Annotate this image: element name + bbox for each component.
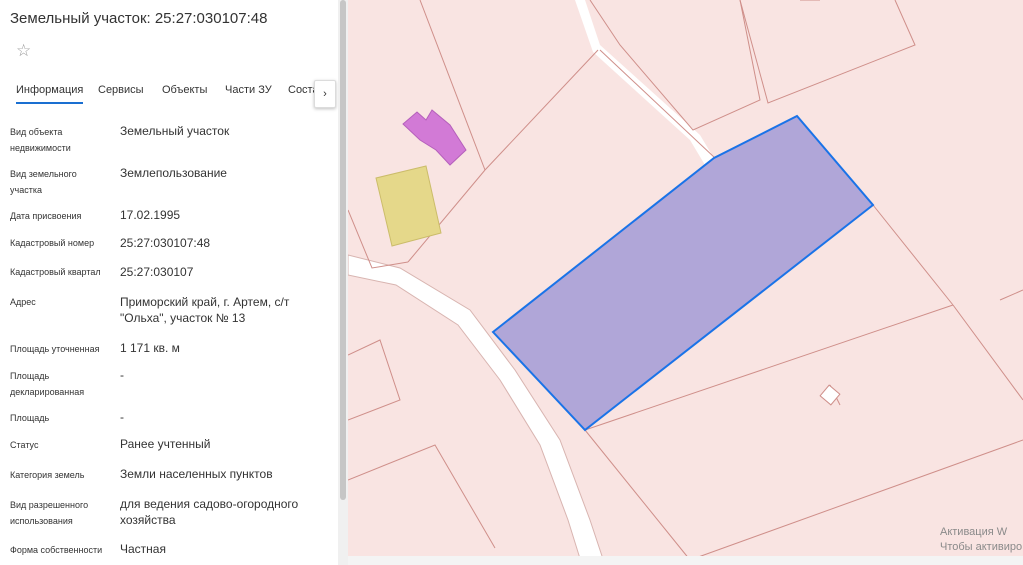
activation-watermark: Активация W Чтобы активиро [940, 525, 1022, 555]
watermark-line: Чтобы активиро [940, 541, 1023, 553]
watermark-line: Активация W [940, 526, 1008, 538]
cadastral-map[interactable]: Активация W Чтобы активиро [348, 0, 1023, 565]
property-value: Приморский край, г. Артем, с/т "Ольха", … [120, 295, 290, 325]
property-label: Адрес [10, 297, 36, 307]
tab-parts[interactable]: Части ЗУ [225, 84, 272, 96]
star-icon[interactable]: ☆ [16, 42, 31, 59]
property-label: Форма собственности [10, 545, 103, 555]
property-label: Кадастровый номер [10, 238, 95, 248]
page-title: Земельный участок: 25:27:030107:48 [10, 10, 268, 27]
property-value: Земельный участок [120, 124, 230, 138]
scrollbar-thumb[interactable] [340, 0, 346, 500]
tab-objects[interactable]: Объекты [162, 84, 207, 96]
property-value: Частная [120, 542, 166, 556]
property-value: 17.02.1995 [120, 208, 181, 222]
property-label: Площадь уточненная [10, 344, 100, 354]
panel-scrollbar[interactable] [338, 0, 348, 565]
property-value: 1 171 кв. м [120, 341, 180, 355]
property-label: Вид земельного участка [10, 169, 77, 195]
property-label: Площадь декларированная [10, 371, 85, 397]
tab-info[interactable]: Информация [16, 84, 84, 104]
map-canvas[interactable] [348, 0, 1023, 565]
property-label: Вид разрешенного использования [10, 500, 89, 526]
property-value: Землепользование [120, 166, 227, 180]
property-value: - [120, 368, 124, 382]
property-value: 25:27:030107:48 [120, 236, 211, 250]
info-panel: Земельный участок: 25:27:030107:48 ☆ Инф… [0, 0, 340, 565]
map-footer-bar [348, 556, 1023, 565]
tab-services[interactable]: Сервисы [98, 84, 144, 96]
property-value: для ведения садово-огородного хозяйства [120, 497, 299, 527]
property-value: - [120, 410, 124, 424]
chevron-right-icon[interactable]: › [314, 80, 336, 108]
property-value: Ранее учтенный [120, 437, 211, 451]
property-label: Площадь [10, 413, 50, 423]
property-label: Категория земель [10, 470, 85, 480]
property-value: 25:27:030107 [120, 265, 194, 279]
property-label: Статус [10, 440, 39, 450]
tab-bar: Информация Сервисы Объекты Части ЗУ Сост… [0, 80, 340, 108]
property-label: Кадастровый квартал [10, 267, 101, 277]
property-label: Вид объекта недвижимости [10, 127, 71, 153]
property-label: Дата присвоения [10, 211, 82, 221]
property-value: Земли населенных пунктов [120, 467, 273, 481]
